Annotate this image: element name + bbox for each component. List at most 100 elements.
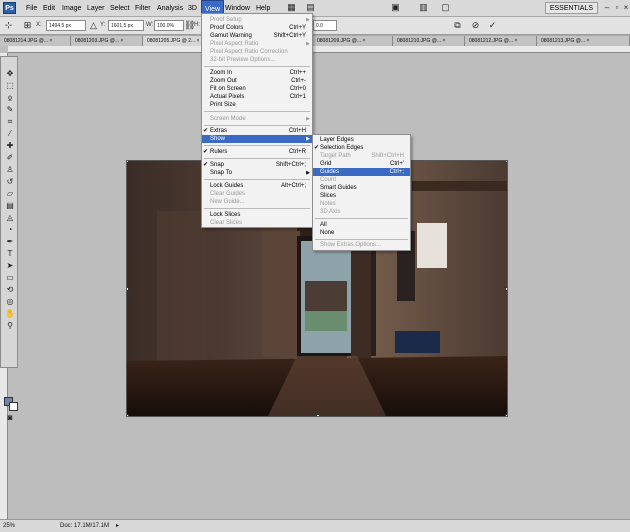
menu-item-lock-slices[interactable]: Lock Slices [202, 211, 312, 219]
menu-item-lock-guides[interactable]: Lock Guides Alt+Ctrl+; [202, 182, 312, 190]
3d-rotate-tool-icon[interactable]: ⟲ [4, 285, 16, 295]
3d-orbit-tool-icon[interactable]: ◎ [4, 297, 16, 307]
history-brush-tool-icon[interactable]: ↺ [4, 177, 16, 187]
view-extras-icon[interactable]: ▤ [305, 2, 316, 13]
quick-selection-tool-icon[interactable]: ✎ [4, 105, 16, 115]
workspace-switcher[interactable]: ESSENTIALS [544, 2, 598, 14]
menu-item-pixel-aspect-ratio-correction[interactable]: Pixel Aspect Ratio Correction [202, 48, 312, 56]
launch-bridge-icon[interactable]: ▦ [286, 2, 297, 13]
transform-handle-top-left[interactable] [127, 161, 129, 163]
show-item-guides[interactable]: Guides Ctrl+; [313, 168, 410, 176]
arrange-documents-icon[interactable]: ▥ [418, 2, 429, 13]
transform-handle-bottom-right[interactable] [505, 414, 507, 416]
shape-tool-icon[interactable]: ▭ [4, 273, 16, 283]
show-item-slices[interactable]: Slices [313, 192, 410, 200]
restore-icon[interactable]: ▫ [613, 3, 621, 12]
tab-08081212[interactable]: 08081212.JPG @... × [465, 36, 537, 46]
menu-item-print-size[interactable]: Print Size [202, 101, 312, 109]
transform-handle-left[interactable] [127, 287, 129, 291]
healing-brush-tool-icon[interactable]: ✚ [4, 141, 16, 151]
zoom-level-icon[interactable]: ▣ [390, 2, 401, 13]
blur-tool-icon[interactable]: ◬ [4, 213, 16, 223]
minimize-icon[interactable]: – [603, 3, 611, 12]
menu-item-proof-colors[interactable]: Proof Colors Ctrl+Y [202, 24, 312, 32]
transform-handle-bottom[interactable] [316, 414, 320, 416]
menu-item-fit-on-screen[interactable]: Fit on Screen Ctrl+0 [202, 85, 312, 93]
tab-08081209[interactable]: 08081209.JPG @... × [313, 36, 393, 46]
menu-item-show[interactable]: Show ▶ [202, 135, 312, 143]
transform-handle-bottom-left[interactable] [127, 414, 129, 416]
menu-layer[interactable]: Layer [87, 0, 105, 17]
menu-item-screen-mode[interactable]: Screen Mode ▶ [202, 115, 312, 123]
menu-item-rulers[interactable]: ✔ Rulers Ctrl+R [202, 148, 312, 156]
menu-item-actual-pixels[interactable]: Actual Pixels Ctrl+1 [202, 93, 312, 101]
zoom-tool-icon[interactable]: ⚲ [4, 321, 16, 331]
x-position-field[interactable]: 1494.5 px [46, 20, 86, 31]
menu-filter[interactable]: Filter [135, 0, 151, 17]
show-item-3d-axis[interactable]: 3D Axis [313, 208, 410, 216]
crop-tool-icon[interactable]: ⌗ [4, 117, 16, 127]
tab-08081203[interactable]: 08081203.JPG @... × [71, 36, 143, 46]
show-item-smart-guides[interactable]: Smart Guides [313, 184, 410, 192]
pen-tool-icon[interactable]: ✒ [4, 237, 16, 247]
menu-item-gamut-warning[interactable]: Gamut Warning Shift+Ctrl+Y [202, 32, 312, 40]
menu-item-pixel-aspect-ratio[interactable]: Pixel Aspect Ratio ▶ [202, 40, 312, 48]
menu-3d[interactable]: 3D [188, 0, 197, 17]
show-item-all[interactable]: All [313, 221, 410, 229]
reference-point-icon[interactable]: ⊞ [22, 20, 33, 31]
menu-item-new-guide[interactable]: New Guide... [202, 198, 312, 206]
eraser-tool-icon[interactable]: ▱ [4, 189, 16, 199]
warp-mode-icon[interactable]: ⧉ [452, 20, 463, 31]
clone-stamp-tool-icon[interactable]: ♙ [4, 165, 16, 175]
y-position-field[interactable]: 1601.5 px [108, 20, 144, 31]
screen-mode-icon[interactable]: ▢ [440, 2, 451, 13]
background-color-swatch[interactable] [9, 402, 18, 411]
relative-position-icon[interactable]: △ [88, 20, 99, 31]
menu-edit[interactable]: Edit [43, 0, 55, 17]
show-item-grid[interactable]: Grid Ctrl+' [313, 160, 410, 168]
menu-item-snap[interactable]: ✔ Snap Shift+Ctrl+; [202, 161, 312, 169]
tab-08081213[interactable]: 08081213.JPG @... × [537, 36, 630, 46]
show-item-notes[interactable]: Notes [313, 200, 410, 208]
commit-transform-icon[interactable]: ✓ [487, 20, 498, 31]
show-item-extras-options[interactable]: Show Extras Options... [313, 241, 410, 249]
menu-analysis[interactable]: Analysis [157, 0, 183, 17]
brush-tool-icon[interactable]: ✐ [4, 153, 16, 163]
cancel-transform-icon[interactable]: ⊘ [470, 20, 481, 31]
show-item-none[interactable]: None [313, 229, 410, 237]
horizontal-ruler[interactable] [8, 46, 630, 53]
show-item-selection-edges[interactable]: ✔ Selection Edges [313, 144, 410, 152]
move-tool-icon[interactable]: ✥ [4, 69, 16, 79]
menu-item-32bit-preview[interactable]: 32-bit Preview Options... [202, 56, 312, 64]
menu-item-extras[interactable]: ✔ Extras Ctrl+H [202, 127, 312, 135]
hand-tool-icon[interactable]: ✋ [4, 309, 16, 319]
menu-item-zoom-out[interactable]: Zoom Out Ctrl+- [202, 77, 312, 85]
show-item-count[interactable]: Count [313, 176, 410, 184]
zoom-level[interactable]: 25% [3, 521, 15, 532]
menu-image[interactable]: Image [62, 0, 81, 17]
transform-handle-right[interactable] [505, 287, 507, 291]
menu-file[interactable]: File [26, 0, 37, 17]
menu-item-clear-guides[interactable]: Clear Guides [202, 190, 312, 198]
tab-08081214[interactable]: 08081214.JPG @... × [0, 36, 71, 46]
type-tool-icon[interactable]: T [4, 249, 16, 259]
lasso-tool-icon[interactable]: ჲ [4, 93, 16, 103]
close-icon[interactable]: × [622, 3, 630, 12]
vertical-skew-field[interactable]: 0.0 [313, 20, 337, 31]
menu-item-clear-slices[interactable]: Clear Slices [202, 219, 312, 227]
gradient-tool-icon[interactable]: ▤ [4, 201, 16, 211]
path-selection-tool-icon[interactable]: ➤ [4, 261, 16, 271]
eyedropper-tool-icon[interactable]: ⁄ [4, 129, 16, 139]
show-item-layer-edges[interactable]: Layer Edges [313, 136, 410, 144]
marquee-tool-icon[interactable]: ⬚ [4, 81, 16, 91]
menu-item-proof-setup[interactable]: Proof Setup ▶ [202, 16, 312, 24]
width-field[interactable]: 100.0% [154, 20, 184, 31]
dodge-tool-icon[interactable]: ◔ [4, 225, 16, 235]
menu-item-zoom-in[interactable]: Zoom In Ctrl++ [202, 69, 312, 77]
transform-handle-top-right[interactable] [505, 161, 507, 163]
show-item-target-path[interactable]: Target Path Shift+Ctrl+H [313, 152, 410, 160]
status-arrow-icon[interactable]: ▸ [116, 521, 119, 532]
tab-08081210[interactable]: 08081210.JPG @... × [393, 36, 465, 46]
menu-select[interactable]: Select [110, 0, 129, 17]
menu-item-snap-to[interactable]: Snap To ▶ [202, 169, 312, 177]
